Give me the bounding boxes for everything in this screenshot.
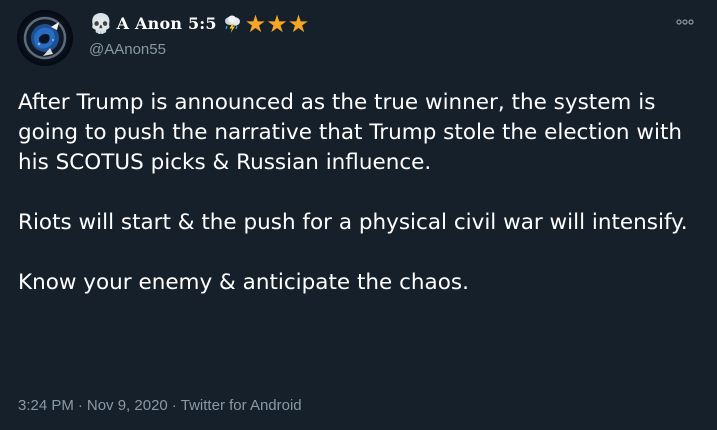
author-display-name[interactable]: A Anon 5:5 bbox=[117, 12, 217, 36]
star-icon: ★ bbox=[266, 10, 288, 38]
skull-icon: 💀 bbox=[89, 13, 113, 35]
meta-separator: · bbox=[77, 397, 83, 414]
tweet-text: After Trump is announced as the true win… bbox=[18, 88, 698, 298]
tweet-source[interactable]: Twitter for Android bbox=[181, 397, 302, 414]
tweet-meta: 3:24 PM · Nov 9, 2020 · Twitter for Android bbox=[18, 396, 302, 416]
more-icon[interactable] bbox=[670, 12, 700, 32]
tweet-date[interactable]: Nov 9, 2020 bbox=[87, 397, 168, 414]
author-name-row[interactable]: 💀 A Anon 5:5 ★ ★ ★ bbox=[89, 12, 309, 36]
tweet-paragraph: Know your enemy & anticipate the chaos. bbox=[18, 270, 469, 295]
storm-cloud-icon bbox=[221, 13, 243, 35]
avatar-image bbox=[17, 10, 73, 66]
tweet-time[interactable]: 3:24 PM bbox=[18, 397, 74, 414]
meta-separator: · bbox=[171, 397, 177, 414]
star-icon: ★ bbox=[287, 10, 310, 38]
author-handle[interactable]: @AAnon55 bbox=[89, 40, 166, 60]
star-icon: ★ bbox=[244, 10, 267, 38]
stars-group: ★ ★ ★ bbox=[245, 12, 310, 36]
avatar[interactable] bbox=[17, 10, 73, 66]
tweet-paragraph: Riots will start & the push for a physic… bbox=[18, 210, 688, 235]
tweet: 💀 A Anon 5:5 ★ ★ ★ @AAnon55 After Trump … bbox=[0, 0, 717, 430]
tweet-paragraph: After Trump is announced as the true win… bbox=[18, 90, 683, 175]
